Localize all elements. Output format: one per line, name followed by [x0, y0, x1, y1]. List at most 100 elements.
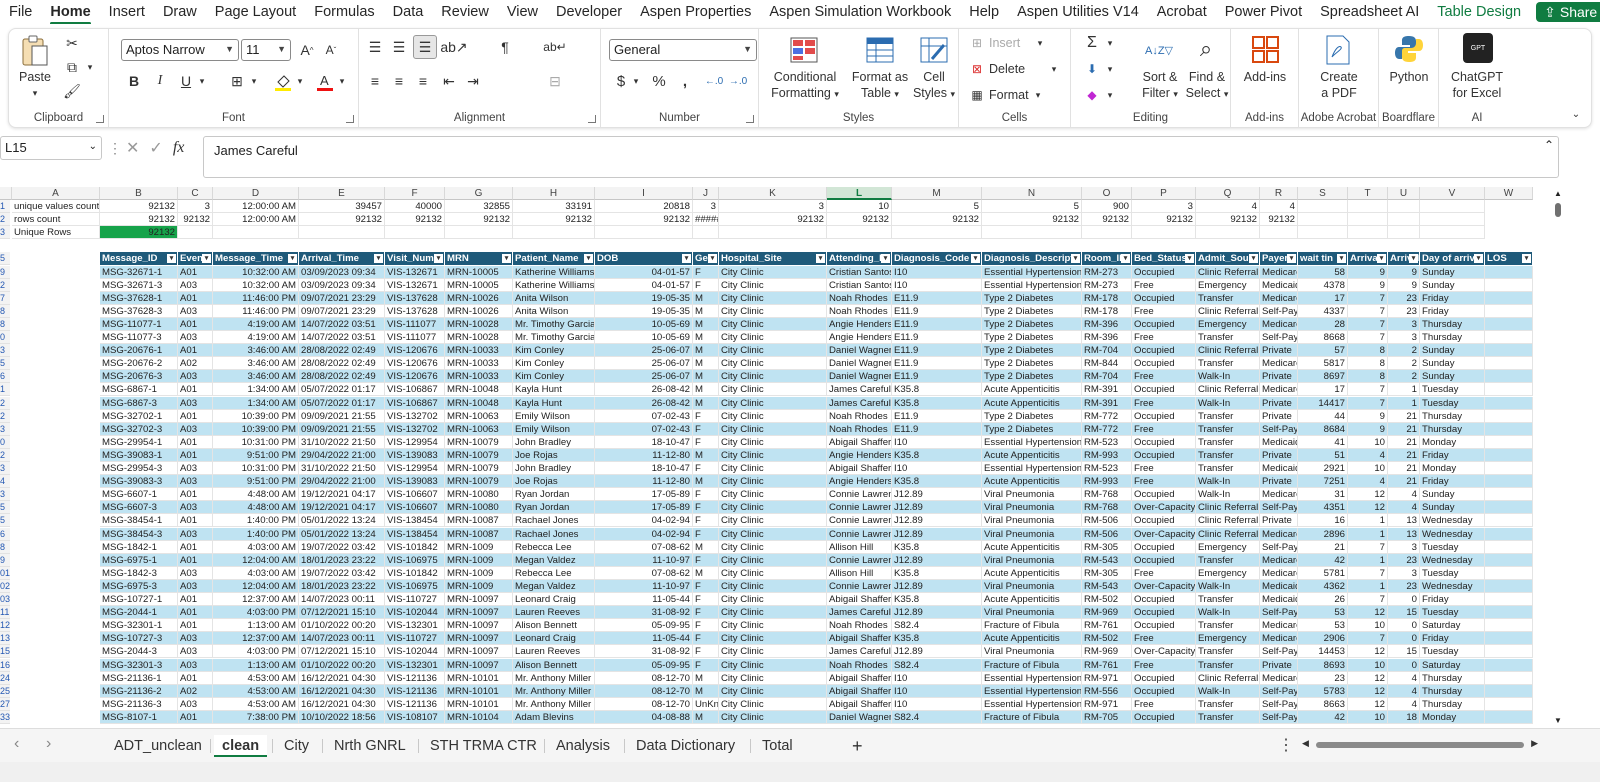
table-cell[interactable]: 07/12/2021 15:10: [299, 606, 385, 620]
table-cell[interactable]: City Clinic: [719, 291, 827, 305]
increase-font-icon[interactable]: A ^: [297, 39, 317, 61]
table-cell[interactable]: Angie Henders: [827, 448, 892, 462]
table-cell[interactable]: 4:03:00 AM: [213, 540, 299, 554]
table-cell[interactable]: MRN-10087: [445, 527, 513, 541]
table-cell[interactable]: 09/09/2021 21:55: [299, 409, 385, 423]
table-cell[interactable]: J12.89: [892, 514, 982, 528]
table-cell[interactable]: RM-506: [1082, 527, 1132, 541]
table-cell[interactable]: 2: [1388, 344, 1420, 358]
table-cell[interactable]: Private: [1260, 370, 1298, 384]
table-cell[interactable]: Medicare: [1260, 553, 1298, 567]
table-cell[interactable]: RM-506: [1082, 514, 1132, 528]
delete-cells-icon[interactable]: ⊠: [969, 61, 985, 77]
table-cell[interactable]: Private: [1260, 475, 1298, 489]
row-header[interactable]: 3: [0, 422, 10, 436]
currency-dropdown-icon[interactable]: ▾: [631, 73, 641, 89]
table-cell[interactable]: RM-273: [1082, 278, 1132, 292]
table-cell[interactable]: Medicaid: [1260, 435, 1298, 449]
table-cell[interactable]: 05/01/2022 13:24: [299, 527, 385, 541]
table-cell[interactable]: MRN-10033: [445, 357, 513, 371]
table-cell[interactable]: 26-08-42: [595, 383, 693, 397]
table-cell[interactable]: 1:13:00 AM: [213, 658, 299, 672]
table-cell[interactable]: 12:04:00 AM: [213, 553, 299, 567]
column-header-p[interactable]: P: [1132, 187, 1196, 200]
table-cell[interactable]: City Clinic: [719, 435, 827, 449]
table-cell[interactable]: 9: [1388, 278, 1420, 292]
ribbon-tab-table-design[interactable]: Table Design: [1428, 1, 1530, 23]
table-cell[interactable]: Acute Appenticitis: [982, 566, 1082, 580]
table-cell[interactable]: MRN-1009: [445, 540, 513, 554]
table-cell[interactable]: A01: [178, 593, 213, 606]
ribbon-tab-home[interactable]: Home: [41, 1, 99, 24]
summary-cell[interactable]: 32855: [445, 200, 513, 213]
table-cell[interactable]: Angie Henders: [827, 475, 892, 489]
cell-styles-icon[interactable]: [919, 35, 949, 65]
table-cell[interactable]: 1: [1348, 527, 1388, 541]
table-cell[interactable]: 7: [1348, 331, 1388, 344]
table-cell[interactable]: Occupied: [1132, 383, 1196, 397]
table-cell[interactable]: E11.9: [892, 304, 982, 318]
italic-button[interactable]: I: [151, 71, 169, 91]
table-cell[interactable]: MSG-6975-1: [100, 553, 178, 567]
table-cell[interactable]: F: [693, 658, 719, 672]
table-cell[interactable]: Anita Wilson: [513, 291, 595, 305]
table-cell[interactable]: 7: [1348, 540, 1388, 554]
table-cell[interactable]: 3: [1388, 317, 1420, 331]
table-cell[interactable]: Thursday: [1420, 422, 1485, 436]
table-cell[interactable]: MSG-32301-3: [100, 658, 178, 672]
table-cell[interactable]: A01: [178, 606, 213, 620]
table-cell[interactable]: 14/07/2022 03:51: [299, 317, 385, 331]
summary-cell[interactable]: [1082, 226, 1132, 240]
table-cell[interactable]: James Careful: [827, 645, 892, 659]
column-header-f[interactable]: F: [385, 187, 445, 200]
table-cell[interactable]: 31/10/2022 21:50: [299, 462, 385, 475]
table-cell[interactable]: Lauren Reeves: [513, 606, 595, 620]
table-cell[interactable]: Occupied: [1132, 540, 1196, 554]
table-cell[interactable]: Leonard Craig: [513, 593, 595, 606]
font-launcher-icon[interactable]: [346, 115, 354, 123]
row-header[interactable]: 9: [0, 553, 10, 567]
clear-icon[interactable]: ◆: [1083, 85, 1101, 105]
ribbon-tab-power-pivot[interactable]: Power Pivot: [1216, 1, 1311, 23]
table-cell[interactable]: Megan Valdez: [513, 553, 595, 567]
table-cell[interactable]: 10: [1348, 435, 1388, 449]
summary-cell[interactable]: [595, 226, 693, 240]
table-cell[interactable]: 9: [1388, 265, 1420, 279]
table-cell[interactable]: Medicare: [1260, 527, 1298, 541]
table-cell[interactable]: RM-305: [1082, 540, 1132, 554]
table-cell[interactable]: 03/09/2023 09:34: [299, 278, 385, 292]
row-header[interactable]: 11: [0, 606, 10, 620]
number-launcher-icon[interactable]: [746, 115, 754, 123]
table-cell[interactable]: VIS-121136: [385, 697, 445, 711]
conditional-formatting-icon[interactable]: [789, 35, 819, 65]
table-cell[interactable]: RM-971: [1082, 671, 1132, 685]
insert-dropdown-icon[interactable]: ▾: [1035, 35, 1045, 51]
table-cell[interactable]: E11.9: [892, 370, 982, 384]
table-cell[interactable]: Viral Pneumonia: [982, 645, 1082, 659]
summary-cell[interactable]: [1298, 200, 1348, 213]
decrease-decimal-icon[interactable]: →.0: [727, 71, 749, 91]
table-cell[interactable]: RM-969: [1082, 645, 1132, 659]
table-cell[interactable]: A01: [178, 710, 213, 724]
prev-sheet-icon[interactable]: ‹: [14, 735, 19, 753]
summary-cell[interactable]: [827, 226, 892, 240]
cut-icon[interactable]: ✂: [61, 33, 83, 53]
table-cell[interactable]: A03: [178, 632, 213, 646]
table-cell[interactable]: VIS-132702: [385, 409, 445, 423]
table-cell[interactable]: Transfer: [1196, 619, 1260, 633]
table-cell[interactable]: MSG-21136-3: [100, 697, 178, 711]
table-cell[interactable]: 4: [1348, 475, 1388, 489]
table-cell[interactable]: Angie Henders: [827, 331, 892, 344]
table-cell[interactable]: Friday: [1420, 291, 1485, 305]
table-cell[interactable]: F: [693, 527, 719, 541]
table-cell[interactable]: City Clinic: [719, 304, 827, 318]
table-cell[interactable]: City Clinic: [719, 632, 827, 646]
table-cell[interactable]: 11-05-44: [595, 632, 693, 646]
table-cell[interactable]: Free: [1132, 331, 1196, 344]
summary-cell[interactable]: 4: [1196, 200, 1260, 213]
table-cell[interactable]: [1485, 671, 1533, 685]
table-cell[interactable]: [1485, 435, 1533, 449]
summary-cell[interactable]: [299, 226, 385, 240]
table-cell[interactable]: RM-396: [1082, 331, 1132, 344]
conditional-formatting-button[interactable]: Conditional Formatting ▾: [765, 69, 845, 102]
